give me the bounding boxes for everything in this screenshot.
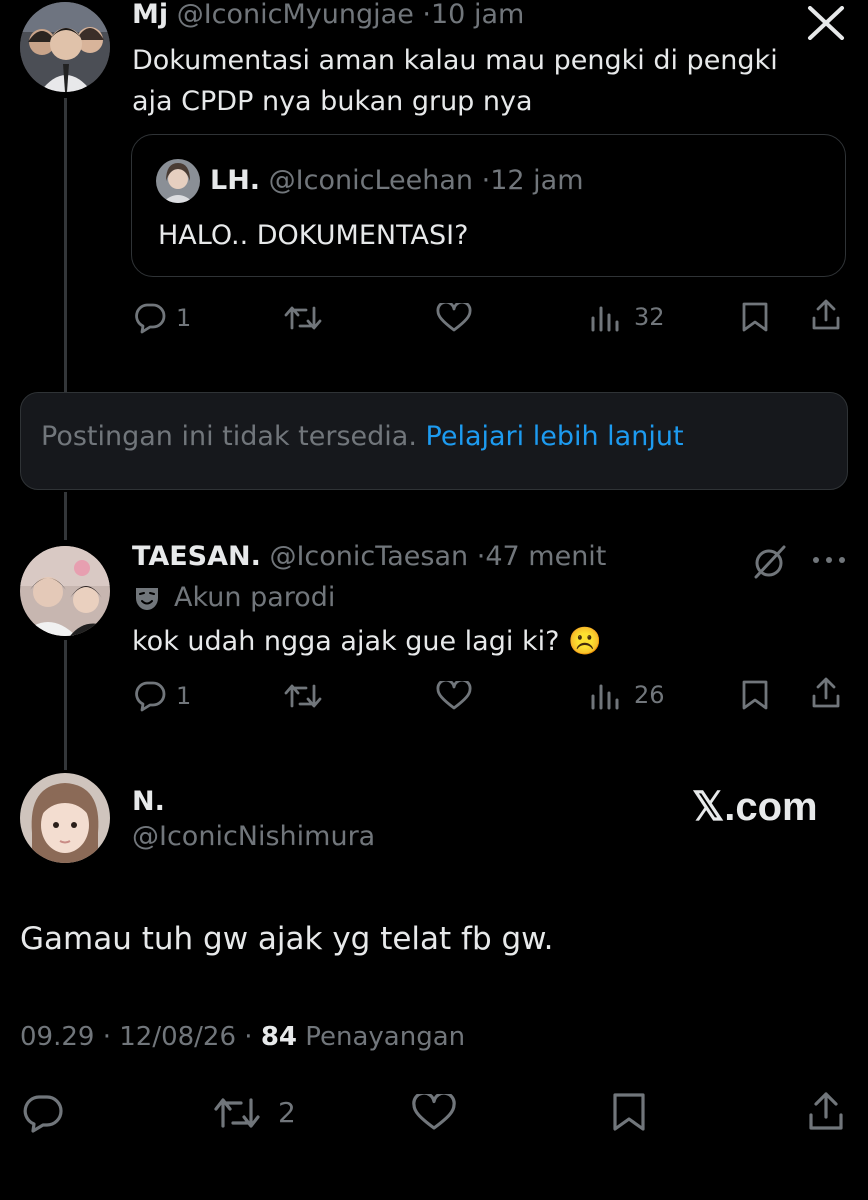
share-button[interactable] bbox=[806, 1090, 846, 1132]
avatar-photo bbox=[20, 2, 110, 92]
learn-more-link[interactable]: Pelajari lebih lanjut bbox=[426, 421, 684, 452]
tweet-text-line: aja CPDP nya bukan grup nya bbox=[132, 86, 533, 117]
views-count: 26 bbox=[634, 681, 665, 709]
thread-line bbox=[64, 492, 67, 540]
views-button[interactable] bbox=[590, 304, 620, 332]
views-count: 32 bbox=[634, 303, 665, 331]
unavailable-text: Postingan ini tidak tersedia. bbox=[41, 421, 417, 452]
avatar[interactable] bbox=[20, 546, 110, 636]
grok-icon bbox=[754, 545, 786, 579]
repost-button[interactable] bbox=[214, 1096, 260, 1130]
heart-icon bbox=[412, 1094, 456, 1130]
unavailable-post-notice: Postingan ini tidak tersedia. Pelajari l… bbox=[20, 392, 848, 490]
tweet-date[interactable]: 12/08/26 bbox=[119, 1022, 236, 1052]
timestamp[interactable]: 10 jam bbox=[431, 0, 524, 30]
display-name[interactable]: TAESAN. bbox=[132, 541, 261, 572]
tweet-header: Mj @IconicMyungjae ·10 jam bbox=[132, 0, 524, 30]
display-name[interactable]: Mj bbox=[132, 0, 168, 30]
views-button[interactable] bbox=[590, 682, 620, 710]
reply-icon bbox=[135, 303, 166, 334]
quote-header: LH. @IconicLeehan ·12 jam bbox=[210, 165, 584, 196]
x-com-watermark: 𝕏.com bbox=[692, 785, 818, 829]
like-button[interactable] bbox=[436, 681, 472, 711]
tweet-text: Dokumentasi aman kalau mau pengki di pen… bbox=[132, 40, 778, 122]
timestamp[interactable]: 47 menit bbox=[485, 541, 606, 572]
grok-button[interactable] bbox=[752, 545, 788, 579]
separator-dot: · bbox=[102, 1022, 111, 1052]
share-icon bbox=[812, 299, 840, 330]
repost-count: 2 bbox=[278, 1096, 296, 1129]
tweet-text-line: Dokumentasi aman kalau mau pengki di pen… bbox=[132, 45, 778, 76]
more-dots-icon bbox=[813, 557, 845, 563]
handle[interactable]: @IconicNishimura bbox=[132, 821, 375, 852]
reply-button[interactable] bbox=[133, 302, 167, 334]
heart-icon bbox=[436, 303, 472, 332]
bookmark-icon bbox=[742, 302, 768, 332]
reply-icon bbox=[135, 681, 166, 712]
avatar-photo bbox=[156, 159, 200, 203]
thread-line bbox=[64, 640, 67, 770]
tweet-meta: 09.29 · 12/08/26 · 84 Penayangan bbox=[20, 1022, 465, 1052]
avatar[interactable] bbox=[20, 773, 110, 863]
theater-mask-icon bbox=[136, 588, 158, 610]
separator-dot: · bbox=[244, 1022, 253, 1052]
avatar-photo bbox=[20, 546, 110, 636]
repost-icon bbox=[214, 1098, 260, 1128]
like-button[interactable] bbox=[436, 303, 472, 333]
bookmark-button[interactable] bbox=[741, 679, 769, 711]
handle[interactable]: @IconicMyungjae bbox=[177, 0, 414, 30]
repost-button[interactable] bbox=[284, 304, 322, 332]
share-icon bbox=[809, 1092, 843, 1130]
views-chart-icon bbox=[591, 306, 619, 332]
quote-tweet-card[interactable]: LH. @IconicLeehan ·12 jam HALO.. DOKUMEN… bbox=[131, 134, 846, 277]
more-options-button[interactable] bbox=[812, 555, 846, 565]
tweet-time[interactable]: 09.29 bbox=[20, 1022, 94, 1052]
timestamp: 12 jam bbox=[490, 165, 584, 196]
views-count: 84 bbox=[260, 1022, 297, 1052]
views-label: Penayangan bbox=[305, 1022, 466, 1052]
views-chart-icon bbox=[591, 684, 619, 710]
tweet-header: TAESAN. @IconicTaesan ·47 menit bbox=[132, 541, 606, 572]
share-button[interactable] bbox=[810, 298, 842, 332]
tweet-text: kok udah ngga ajak gue lagi ki? ☹️ bbox=[132, 626, 602, 657]
display-name: LH. bbox=[210, 165, 261, 196]
repost-button[interactable] bbox=[284, 682, 322, 710]
separator-dot: · bbox=[481, 165, 491, 196]
handle[interactable]: @IconicTaesan bbox=[269, 541, 468, 572]
quote-text: HALO.. DOKUMENTASI? bbox=[158, 220, 469, 251]
share-button[interactable] bbox=[810, 676, 842, 710]
reply-button[interactable] bbox=[22, 1094, 64, 1134]
avatar bbox=[156, 159, 200, 203]
close-button[interactable] bbox=[806, 6, 846, 40]
close-x-icon bbox=[808, 6, 844, 40]
repost-icon bbox=[284, 684, 322, 708]
thread-line bbox=[64, 98, 67, 398]
bookmark-button[interactable] bbox=[612, 1092, 646, 1132]
reply-count: 1 bbox=[176, 682, 192, 710]
reply-count: 1 bbox=[176, 304, 192, 332]
parody-label bbox=[133, 585, 161, 613]
bookmark-icon bbox=[742, 680, 768, 710]
handle: @IconicLeehan bbox=[268, 165, 474, 196]
share-icon bbox=[812, 677, 840, 708]
avatar[interactable] bbox=[20, 2, 110, 92]
tweet-text: Gamau tuh gw ajak yg telat fb gw. bbox=[20, 921, 554, 957]
repost-icon bbox=[284, 306, 322, 330]
display-name[interactable]: N. bbox=[132, 786, 165, 817]
parody-label-text: Akun parodi bbox=[174, 582, 336, 613]
separator-dot: · bbox=[422, 0, 431, 30]
bookmark-icon bbox=[613, 1093, 645, 1131]
heart-icon bbox=[436, 681, 472, 710]
avatar-photo bbox=[20, 773, 110, 863]
bookmark-button[interactable] bbox=[741, 301, 769, 333]
reply-button[interactable] bbox=[133, 680, 167, 712]
reply-icon bbox=[23, 1095, 63, 1133]
like-button[interactable] bbox=[412, 1094, 456, 1132]
